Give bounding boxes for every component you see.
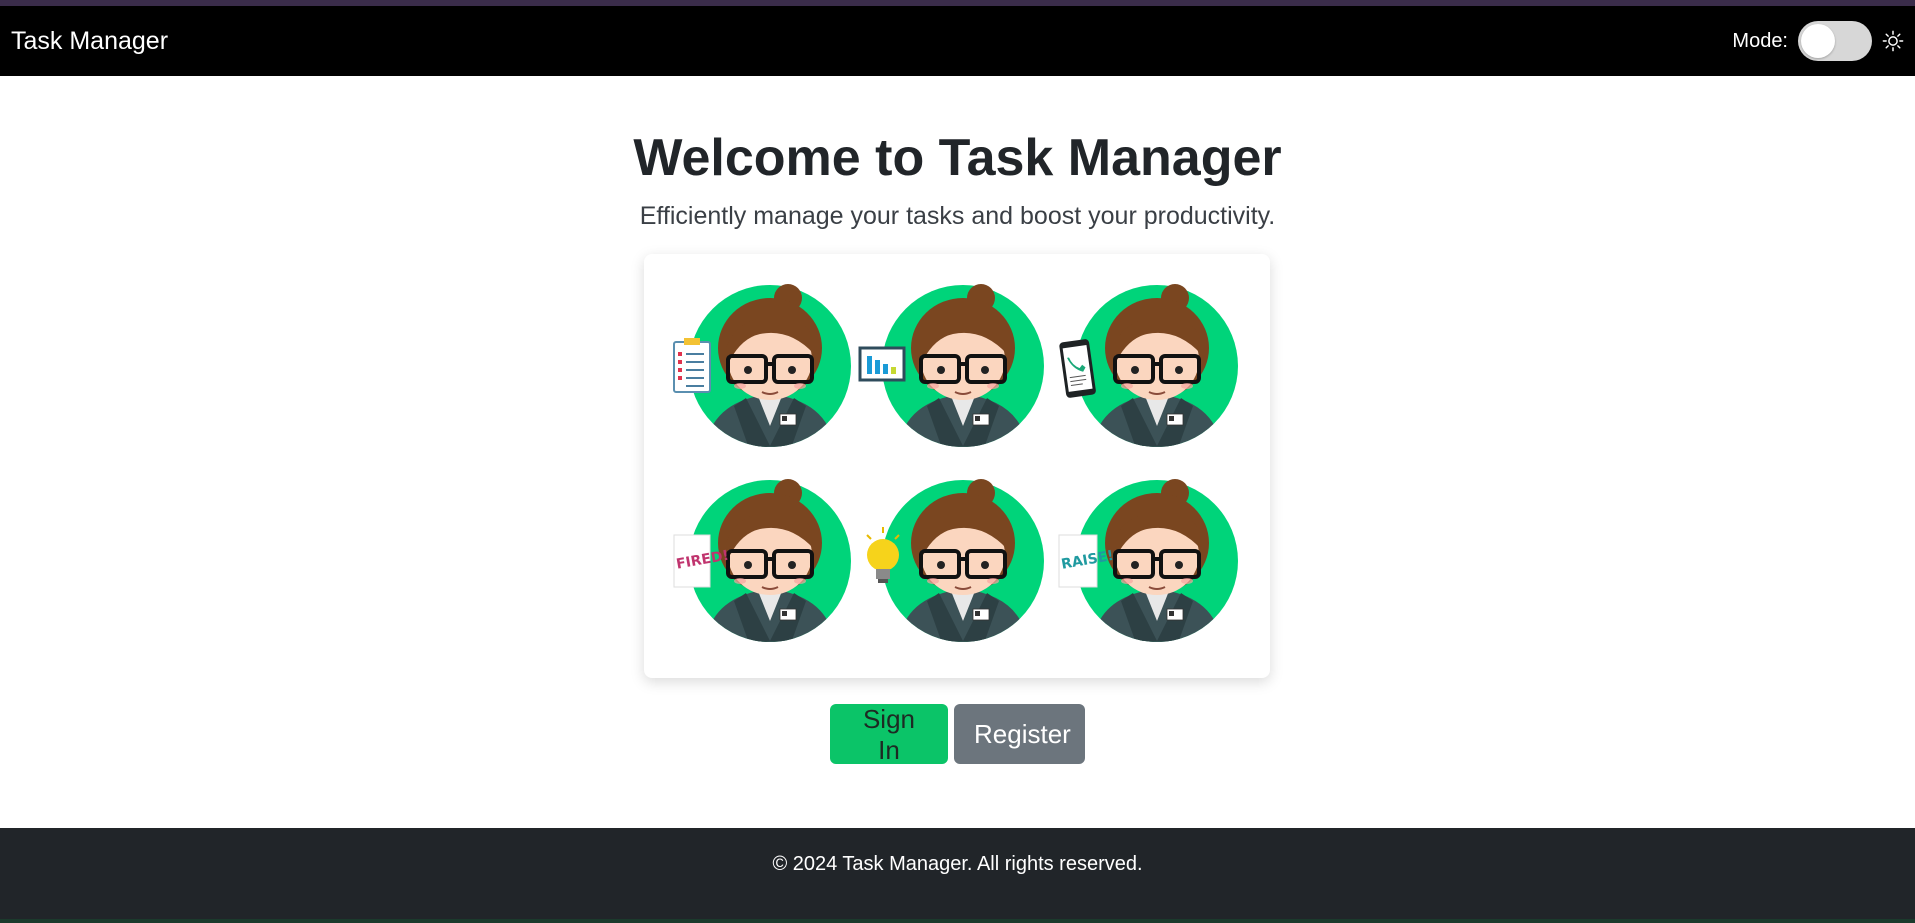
clipboard-icon: [673, 338, 711, 393]
sun-icon: [1882, 30, 1904, 52]
illustration-card: FIRED! RAISE!: [644, 254, 1270, 678]
main-content: Welcome to Task Manager Efficiently mana…: [0, 76, 1915, 828]
window-bottom-strip: [0, 919, 1915, 923]
avatar-reporting: [858, 276, 1057, 456]
avatar-fired: FIRED!: [673, 471, 864, 651]
page-subtitle: Efficiently manage your tasks and boost …: [639, 202, 1276, 230]
auth-actions: Sign In Register: [0, 704, 1915, 765]
page-title: Welcome to Task Manager: [633, 129, 1282, 187]
avatar-calling: [1059, 276, 1251, 456]
navbar: Task Manager Mode:: [0, 6, 1915, 76]
dark-mode-toggle[interactable]: [1798, 21, 1872, 61]
brand-link[interactable]: Task Manager: [11, 27, 168, 56]
register-button[interactable]: Register: [954, 704, 1085, 764]
chart-icon: [858, 346, 906, 382]
avatar-idea: [866, 471, 1057, 651]
toggle-knob: [1801, 24, 1835, 58]
avatar-planning: [673, 276, 864, 456]
mode-switcher: Mode:: [1732, 21, 1904, 61]
sign-in-button[interactable]: Sign In: [830, 704, 948, 765]
avatar-raise: RAISE!: [1058, 471, 1251, 651]
mode-label: Mode:: [1732, 29, 1788, 52]
copyright-text: © 2024 Task Manager. All rights reserved…: [772, 853, 1143, 875]
footer: © 2024 Task Manager. All rights reserved…: [0, 828, 1915, 923]
